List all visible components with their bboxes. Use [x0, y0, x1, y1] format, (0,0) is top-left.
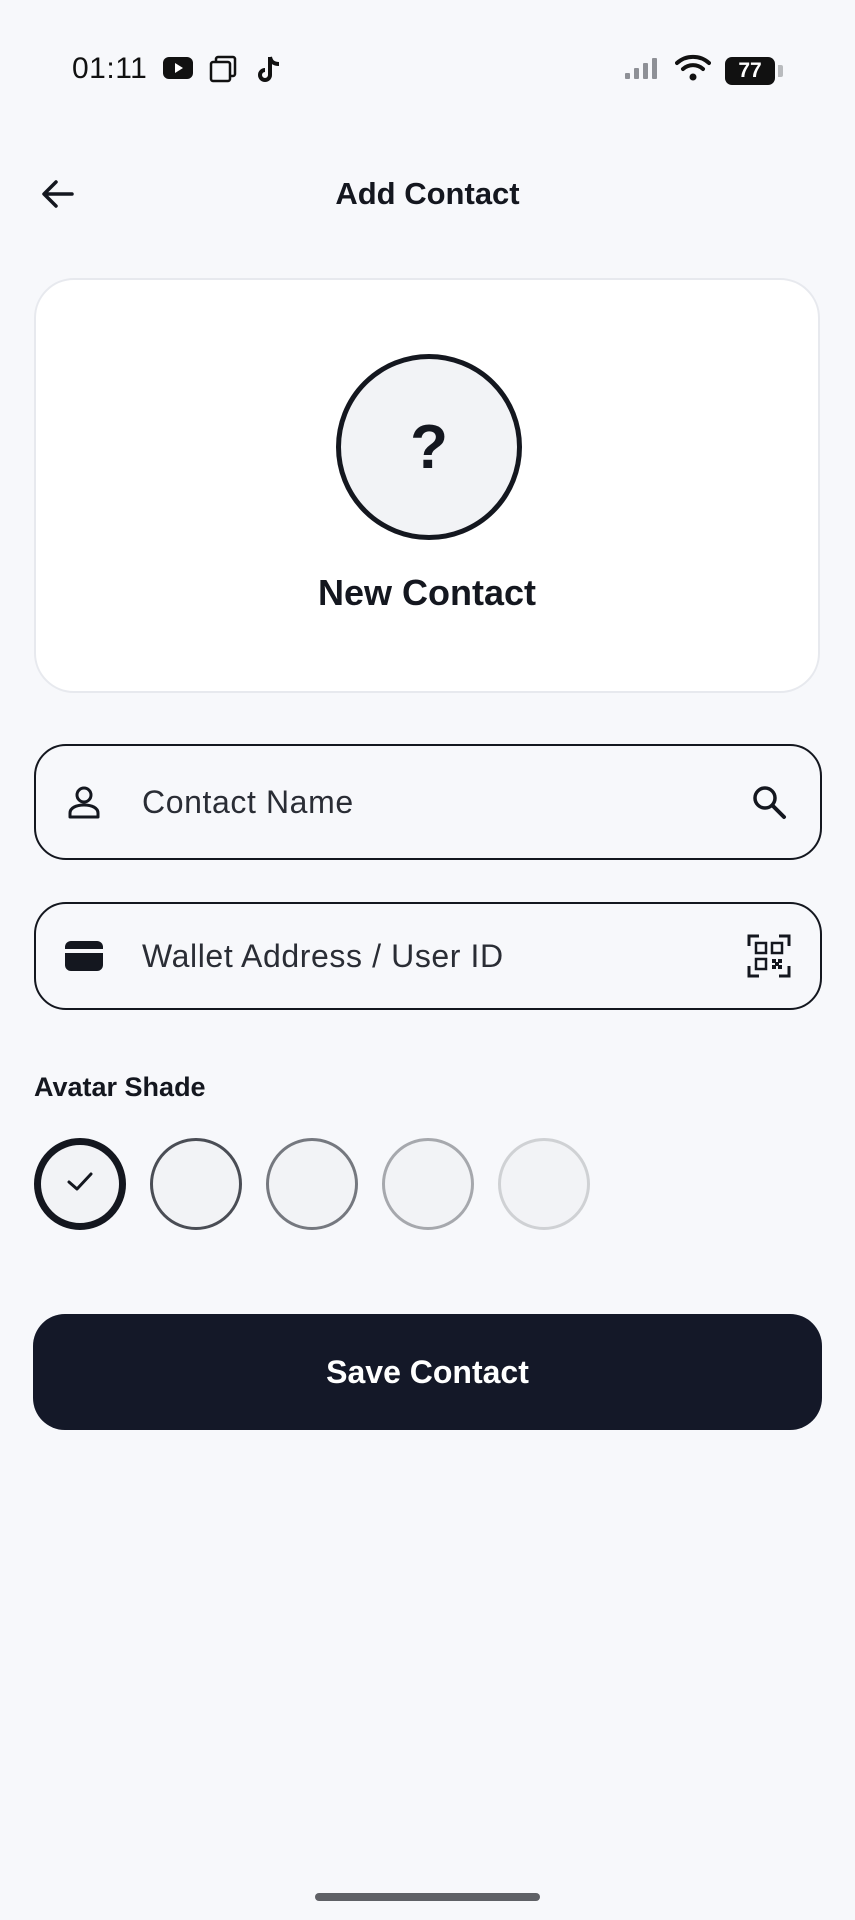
person-icon [64, 782, 104, 822]
avatar-shade-picker [34, 1138, 590, 1230]
home-indicator[interactable] [315, 1893, 540, 1901]
qr-scan-icon[interactable] [746, 933, 792, 979]
status-indicators: 77 [623, 54, 783, 87]
wallet-icon [64, 936, 104, 976]
search-icon[interactable] [746, 779, 792, 825]
shade-option-2[interactable] [150, 1138, 242, 1230]
layers-icon [208, 54, 238, 89]
tiktok-icon [254, 54, 284, 91]
preview-contact-name: New Contact [317, 572, 537, 613]
battery-level: 77 [725, 56, 775, 85]
wallet-address-field[interactable] [34, 902, 822, 1010]
youtube-icon [162, 54, 194, 87]
battery-icon: 77 [725, 56, 783, 85]
header: Add Contact [0, 160, 855, 230]
status-time: 01:11 [72, 52, 148, 85]
add-contact-screen: 01:11 77 Add Contact ? New Contact Conta… [0, 0, 855, 1920]
signal-icon [623, 55, 661, 86]
contact-preview-card: ? New Contact [34, 278, 820, 693]
status-bar: 01:11 77 [0, 48, 855, 92]
battery-tip [778, 64, 783, 77]
shade-option-1[interactable] [34, 1138, 126, 1230]
wifi-icon [675, 54, 711, 87]
check-icon [65, 1170, 95, 1199]
wallet-address-input[interactable] [142, 904, 730, 1008]
save-contact-button[interactable]: Save Contact [33, 1314, 822, 1430]
page-title: Add Contact [335, 176, 520, 211]
avatar: ? [336, 354, 522, 540]
shade-option-5[interactable] [498, 1138, 590, 1230]
avatar-shade-label: Avatar Shade [34, 1072, 206, 1102]
shade-option-3[interactable] [266, 1138, 358, 1230]
shade-option-4[interactable] [382, 1138, 474, 1230]
contact-name-field[interactable] [34, 744, 822, 860]
contact-name-input[interactable] [142, 746, 730, 858]
